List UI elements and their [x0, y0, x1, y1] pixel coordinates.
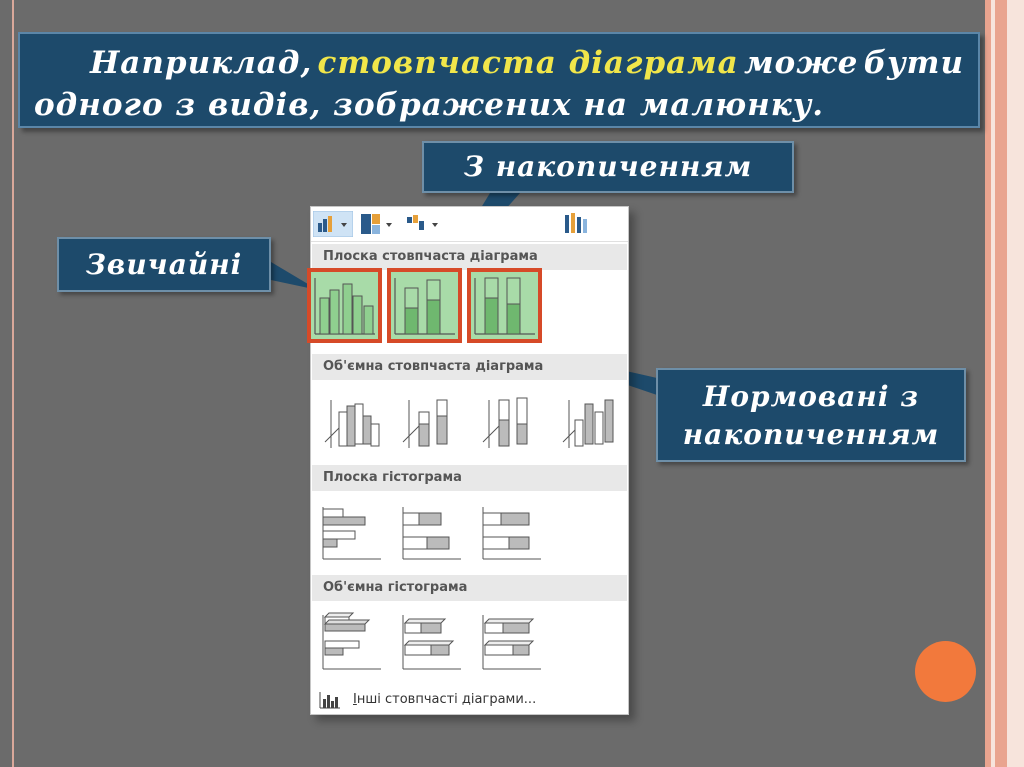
waterfall-chart-dropdown-button[interactable] [403, 211, 443, 237]
more-charts-text: нші стовпчасті діаграми... [356, 692, 537, 707]
100-percent-stacked-column-option[interactable] [467, 268, 542, 343]
hierarchy-chart-dropdown-button[interactable] [357, 211, 397, 237]
3d-column-icon[interactable] [561, 390, 621, 454]
more-charts-label: Інші стовпчасті діаграми... [353, 687, 536, 713]
chart-type-gallery[interactable]: Плоска стовпчаста діаграма Об'ємна стовп… [307, 206, 629, 715]
column-chart-dropdown-button[interactable] [313, 211, 353, 237]
map-chart-button[interactable] [559, 211, 599, 237]
stacked-column-option[interactable] [387, 268, 462, 343]
3d-clustered-column-icon[interactable] [323, 390, 383, 454]
section-header-2d-column: Плоска стовпчаста діаграма [312, 244, 627, 270]
section-header-3d-bar: Об'ємна гістограма [312, 575, 627, 601]
3d-100-percent-stacked-column-icon[interactable] [481, 390, 541, 454]
100-percent-stacked-bar-icon[interactable] [479, 503, 543, 563]
clustered-bar-icon[interactable] [319, 503, 383, 563]
callout-normal: Звичайні [57, 237, 271, 292]
stacked-column-icon [394, 278, 455, 335]
gallery-toolbar [311, 207, 628, 242]
callout-stacked: З накопиченням [422, 141, 794, 193]
callout-100-percent-stacked: Нормовані з накопиченням [656, 368, 966, 462]
callout-line-2: накопиченням [682, 418, 940, 451]
clustered-column-icon [314, 278, 375, 335]
more-column-charts-link[interactable]: Інші стовпчасті діаграми... [312, 687, 627, 713]
decorative-circle [915, 641, 976, 702]
section-header-2d-bar: Плоска гістограма [312, 465, 627, 491]
3d-stacked-column-icon[interactable] [401, 390, 461, 454]
callout-line-1: Нормовані з [702, 380, 920, 413]
clustered-column-option[interactable] [307, 268, 382, 343]
3d-clustered-bar-icon[interactable] [319, 611, 383, 673]
stacked-bar-icon[interactable] [399, 503, 463, 563]
3d-100-percent-stacked-bar-icon[interactable] [479, 611, 543, 673]
section-header-3d-column: Об'ємна стовпчаста діаграма [312, 354, 627, 380]
3d-stacked-bar-icon[interactable] [399, 611, 463, 673]
column-chart-icon [319, 692, 340, 709]
100-percent-stacked-column-icon [474, 277, 535, 335]
